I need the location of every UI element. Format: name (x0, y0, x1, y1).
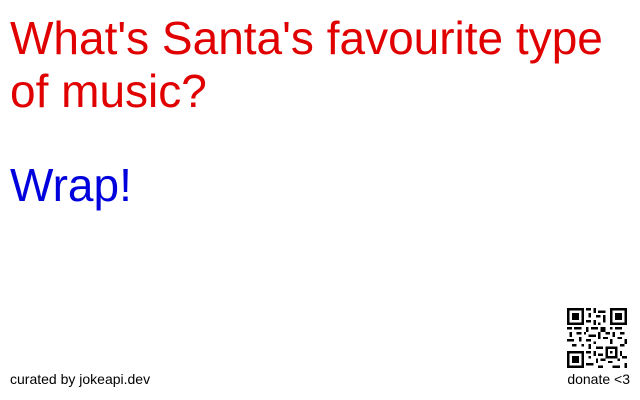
joke-card: What's Santa's favourite type of music? … (0, 0, 640, 400)
joke-setup: What's Santa's favourite type of music? (10, 12, 603, 117)
qr-code-icon[interactable] (567, 308, 627, 368)
credit-link[interactable]: curated by jokeapi.dev (10, 370, 150, 388)
joke-delivery: Wrap! (10, 159, 132, 211)
donate-link[interactable]: donate <3 (567, 370, 630, 388)
